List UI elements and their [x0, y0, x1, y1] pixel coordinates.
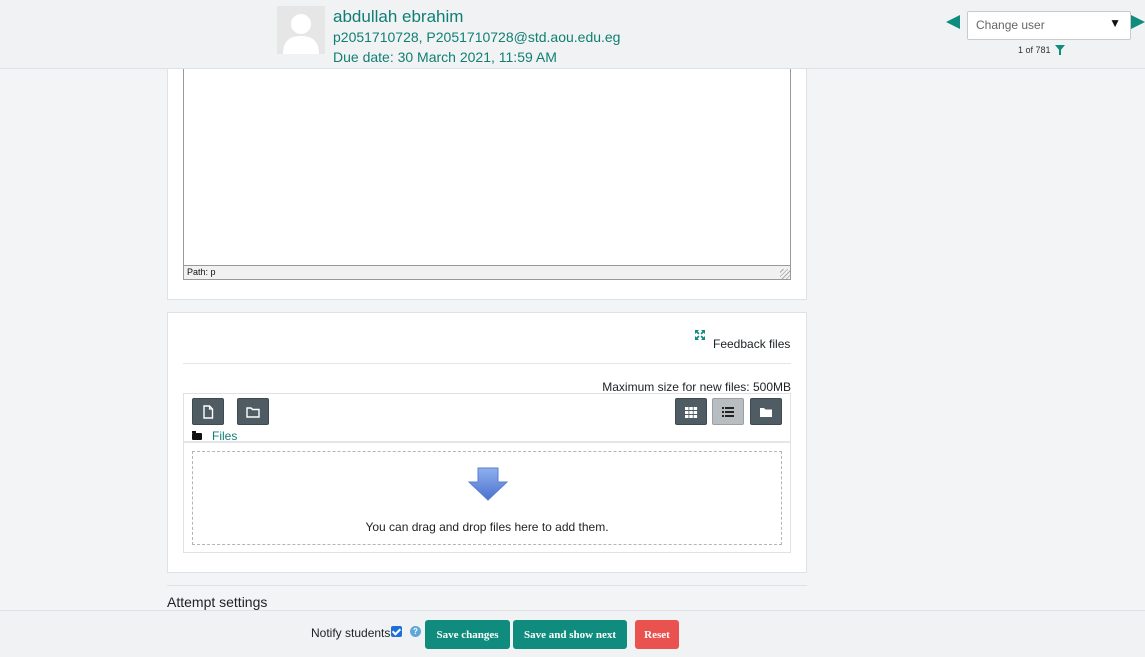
user-ids: p2051710728, P2051710728@std.aou.edu.eg [333, 29, 621, 45]
feedback-comments-card: Path: p [167, 60, 807, 300]
feedback-editor[interactable] [183, 61, 791, 265]
grading-footer: Notify students ? Save changes Save and … [0, 610, 1145, 657]
change-user-select[interactable]: ▼ [967, 11, 1131, 40]
save-and-show-next-button[interactable]: Save and show next [513, 620, 627, 649]
avatar[interactable] [277, 6, 325, 54]
drop-instructions: You can drag and drop files here to add … [365, 520, 609, 534]
user-count: 1 of 781 [1018, 45, 1051, 55]
expand-icon[interactable] [694, 329, 706, 341]
feedback-files-card: Feedback files Maximum size for new file… [167, 312, 807, 573]
reset-button[interactable]: Reset [635, 620, 679, 649]
grading-header: abdullah ebrahim p2051710728, P205171072… [0, 0, 1145, 69]
resize-grip-icon[interactable] [780, 269, 790, 279]
file-picker-content: You can drag and drop files here to add … [183, 441, 791, 553]
divider [167, 585, 807, 586]
save-changes-button[interactable]: Save changes [425, 620, 510, 649]
caret-down-icon[interactable]: ▼ [1109, 16, 1121, 30]
download-arrow-icon [468, 467, 508, 501]
max-size-info: Maximum size for new files: 500MB [602, 380, 791, 394]
help-icon[interactable]: ? [410, 626, 421, 637]
editor-path-bar: Path: p [183, 265, 791, 280]
user-name-link[interactable]: abdullah ebrahim [333, 7, 463, 27]
previous-user-icon[interactable] [946, 15, 960, 29]
due-date: Due date: 30 March 2021, 11:59 AM [333, 49, 557, 65]
folder-icon [192, 430, 202, 440]
attempt-settings-heading[interactable]: Attempt settings [167, 594, 267, 610]
divider [183, 363, 791, 364]
add-file-icon [203, 405, 214, 419]
add-file-button[interactable] [192, 398, 224, 425]
grid-view-button[interactable] [675, 398, 707, 425]
list-view-icon [722, 407, 734, 417]
drop-zone[interactable]: You can drag and drop files here to add … [192, 451, 782, 545]
grid-view-icon [685, 407, 698, 418]
feedback-files-label: Feedback files [713, 337, 791, 351]
list-view-button[interactable] [712, 398, 744, 425]
create-folder-icon [246, 407, 260, 418]
folder-view-button[interactable] [750, 398, 782, 425]
notify-students-label: Notify students [311, 626, 391, 640]
folder-view-icon [760, 408, 772, 417]
editor-path-label: Path: p [187, 267, 216, 277]
change-user-input[interactable] [976, 18, 1101, 32]
create-folder-button[interactable] [237, 398, 269, 425]
notify-students-checkbox[interactable] [391, 626, 402, 637]
user-silhouette-icon [277, 6, 325, 54]
filter-icon[interactable] [1055, 45, 1065, 55]
next-user-icon[interactable] [1131, 15, 1145, 29]
file-picker-toolbar: Files [183, 393, 791, 443]
